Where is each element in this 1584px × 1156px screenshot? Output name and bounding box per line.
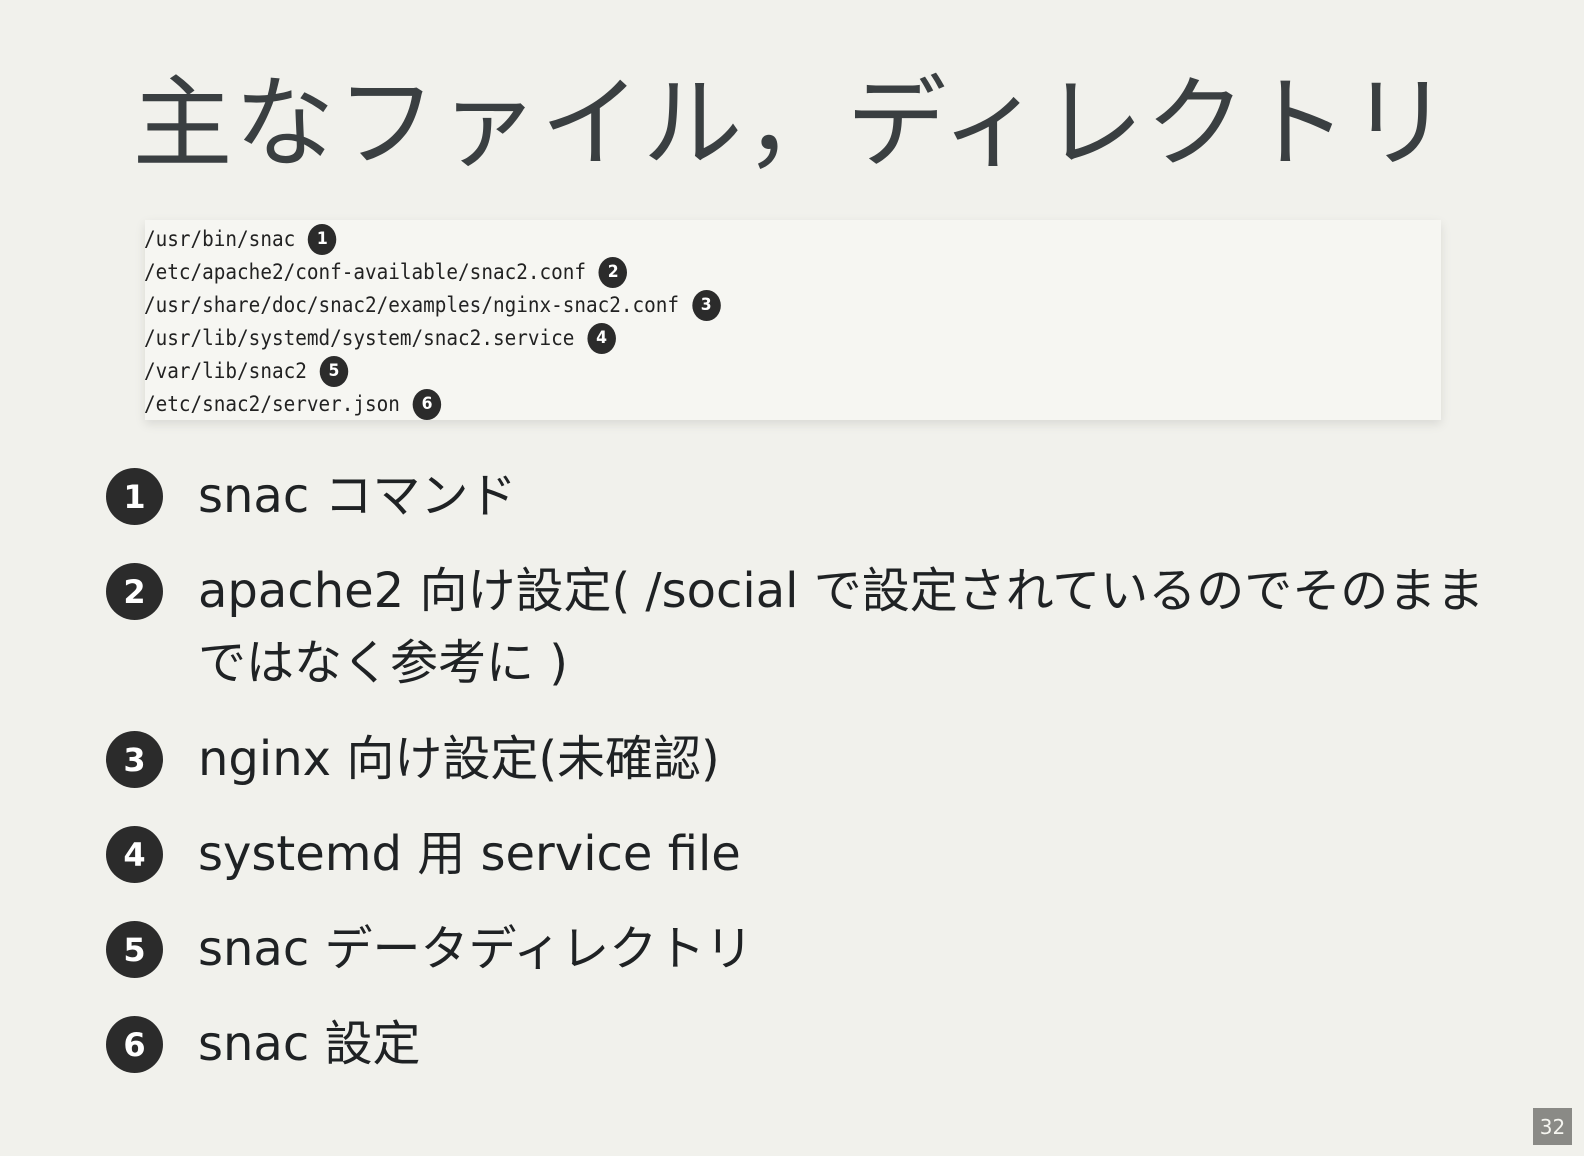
code-path: /var/lib/snac2	[144, 359, 307, 383]
callout-badge: 2	[598, 257, 628, 288]
item-text: snac コマンド	[198, 468, 517, 524]
code-line: /etc/apache2/conf-available/snac2.conf 2	[144, 256, 1337, 289]
code-line: /var/lib/snac2 5	[144, 355, 1337, 388]
list-item: 1 snac コマンド	[106, 468, 1526, 563]
code-line: /etc/snac2/server.json 6	[144, 388, 1337, 421]
item-text: systemd 用 service file	[198, 826, 741, 882]
number-badge: 2	[106, 563, 163, 620]
code-path: /etc/apache2/conf-available/snac2.conf	[144, 260, 587, 284]
code-path: /usr/lib/systemd/system/snac2.service	[144, 326, 575, 350]
callout-list: 1 snac コマンド 2 apache2 向け設定( /social で設定さ…	[106, 468, 1526, 1111]
page-number: 32	[1533, 1108, 1572, 1145]
code-path: /usr/share/doc/snac2/examples/nginx-snac…	[144, 293, 680, 317]
item-text: nginx 向け設定(未確認)	[198, 731, 720, 787]
number-badge: 5	[106, 921, 163, 978]
slide-title: 主なファイル，ディレクトリ	[132, 65, 1452, 182]
item-text: snac 設定	[198, 1016, 421, 1072]
number-badge: 6	[106, 1016, 163, 1073]
list-item: 6 snac 設定	[106, 1016, 1526, 1111]
number-badge: 1	[106, 468, 163, 525]
code-line: /usr/lib/systemd/system/snac2.service 4	[144, 322, 1337, 355]
list-item: 4 systemd 用 service file	[106, 826, 1526, 921]
code-block: /usr/bin/snac 1 /etc/apache2/conf-availab…	[144, 220, 1441, 421]
list-item: 3 nginx 向け設定(未確認)	[106, 731, 1526, 826]
list-item: 5 snac データディレクトリ	[106, 921, 1526, 1016]
code-path: /etc/snac2/server.json	[144, 392, 400, 416]
code-line: /usr/bin/snac 1	[144, 223, 1337, 256]
code-path: /usr/bin/snac	[144, 227, 296, 251]
callout-badge: 6	[412, 389, 442, 420]
item-text: snac データディレクトリ	[198, 921, 754, 977]
list-item: 2 apache2 向け設定( /social で設定されているのでそのままでは…	[106, 563, 1526, 731]
callout-badge: 3	[691, 290, 721, 321]
number-badge: 4	[106, 826, 163, 883]
item-text: apache2 向け設定( /social で設定されているのでそのままではなく…	[198, 563, 1485, 691]
callout-badge: 4	[587, 323, 616, 354]
callout-badge: 5	[319, 356, 349, 387]
callout-badge: 1	[308, 224, 337, 255]
code-line: /usr/share/doc/snac2/examples/nginx-snac…	[144, 289, 1337, 322]
number-badge: 3	[106, 731, 163, 788]
